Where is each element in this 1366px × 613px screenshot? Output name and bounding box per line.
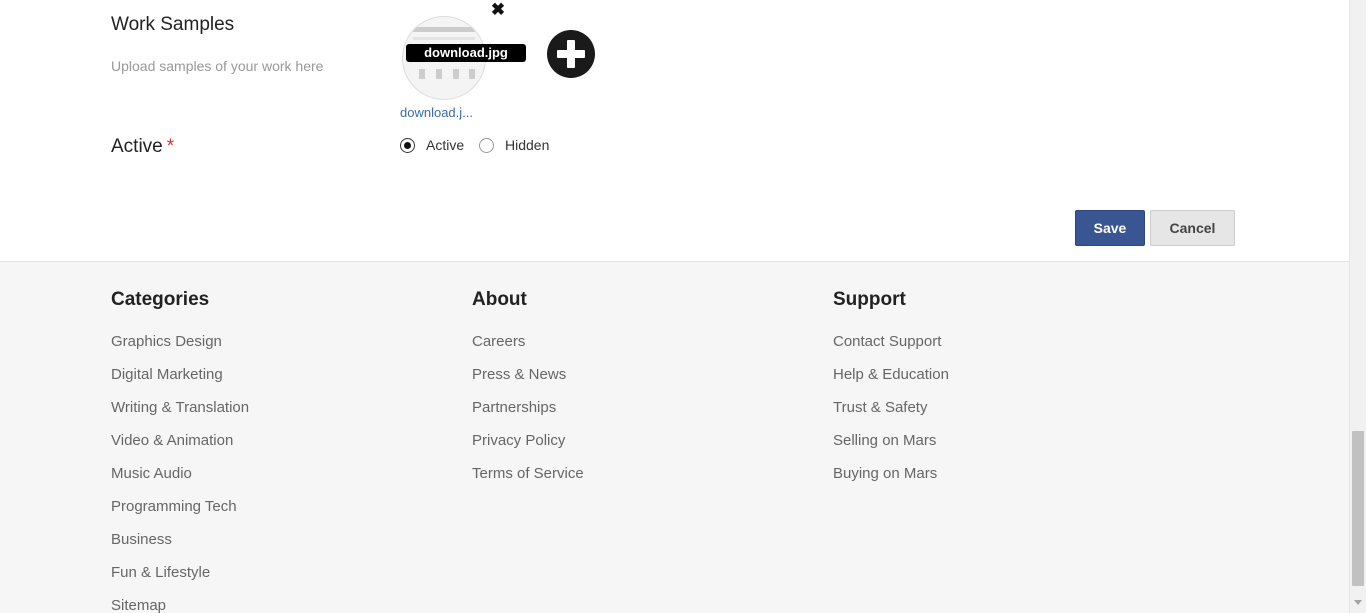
save-button[interactable]: Save <box>1075 210 1145 246</box>
footer-link[interactable]: Terms of Service <box>472 465 584 482</box>
thumbnail-image-detail <box>453 69 459 79</box>
gig-form-section: Work Samples Upload samples of your work… <box>0 0 1349 261</box>
footer-link[interactable]: Programming Tech <box>111 498 237 515</box>
cancel-button[interactable]: Cancel <box>1150 210 1235 246</box>
footer-link[interactable]: Contact Support <box>833 333 941 350</box>
footer-link[interactable]: Trust & Safety <box>833 399 927 416</box>
required-marker: * <box>166 136 175 157</box>
file-name-link[interactable]: download.j... <box>400 105 473 120</box>
footer-link[interactable]: Careers <box>472 333 525 350</box>
radio-active[interactable] <box>400 138 415 153</box>
active-label-text: Active <box>111 136 163 157</box>
radio-hidden[interactable] <box>479 138 494 153</box>
footer-link[interactable]: Sitemap <box>111 597 166 613</box>
footer-link[interactable]: Press & News <box>472 366 566 383</box>
footer-link[interactable]: Selling on Mars <box>833 432 936 449</box>
file-name-tooltip: download.jpg <box>406 44 526 62</box>
scroll-down-arrow-icon[interactable] <box>1354 600 1362 605</box>
footer-heading-about: About <box>472 289 527 310</box>
thumbnail-image-detail <box>413 27 475 32</box>
thumbnail-image-detail <box>436 69 442 79</box>
footer-link[interactable]: Music Audio <box>111 465 192 482</box>
footer-link[interactable]: Help & Education <box>833 366 949 383</box>
close-icon[interactable]: ✖ <box>490 1 506 19</box>
vertical-scrollbar[interactable] <box>1349 0 1366 613</box>
work-samples-title: Work Samples <box>111 14 235 35</box>
footer-link[interactable]: Video & Animation <box>111 432 233 449</box>
footer-link[interactable]: Fun & Lifestyle <box>111 564 210 581</box>
plus-icon <box>567 40 575 68</box>
scrollbar-thumb[interactable] <box>1352 431 1364 586</box>
radio-active-label[interactable]: Active <box>426 137 464 153</box>
add-sample-button[interactable] <box>547 30 595 78</box>
footer-link[interactable]: Buying on Mars <box>833 465 937 482</box>
footer-link[interactable]: Digital Marketing <box>111 366 223 383</box>
page: Work Samples Upload samples of your work… <box>0 0 1349 613</box>
footer-link[interactable]: Privacy Policy <box>472 432 565 449</box>
site-footer: Categories Graphics Design Digital Marke… <box>0 261 1349 613</box>
footer-heading-categories: Categories <box>111 289 210 310</box>
thumbnail-image-detail <box>419 69 425 79</box>
thumbnail-image-detail <box>469 69 475 79</box>
footer-link[interactable]: Business <box>111 531 172 548</box>
radio-hidden-label[interactable]: Hidden <box>505 137 549 153</box>
footer-heading-support: Support <box>833 289 906 310</box>
work-samples-subtitle: Upload samples of your work here <box>111 58 324 74</box>
thumbnail-image-detail <box>413 37 475 40</box>
active-field-label: Active * <box>111 136 174 158</box>
footer-link[interactable]: Writing & Translation <box>111 399 249 416</box>
footer-link[interactable]: Partnerships <box>472 399 556 416</box>
footer-link[interactable]: Graphics Design <box>111 333 222 350</box>
